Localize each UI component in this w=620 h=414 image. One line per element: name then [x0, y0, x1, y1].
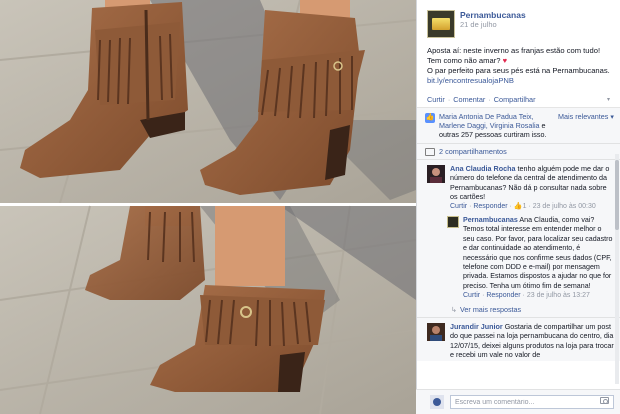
post-text-line: O par perfeito para seus pés está na Per…	[427, 66, 610, 75]
post-actions: Curtir · Comentar · Compartilhar ▾	[427, 95, 610, 104]
view-more-replies-link[interactable]: ↳ Ver mais respostas	[417, 303, 620, 318]
comment-timestamp[interactable]: 23 de julho às 00:30	[533, 203, 596, 210]
share-action[interactable]: Compartilhar	[494, 95, 536, 104]
reply-like-link[interactable]: Curtir	[463, 292, 480, 299]
like-action[interactable]: Curtir	[427, 95, 445, 104]
boots-photo-illustration	[0, 0, 416, 414]
avatar[interactable]	[447, 216, 459, 229]
camera-icon[interactable]	[600, 397, 609, 404]
comment-like-link[interactable]: Curtir	[450, 203, 467, 210]
chevron-down-icon[interactable]: ▾	[607, 96, 610, 103]
sort-comments-dropdown[interactable]: Mais relevantes ▾	[558, 112, 614, 139]
comments-scrollbar[interactable]	[615, 154, 619, 384]
shares-count[interactable]: 2 compartilhamentos	[439, 147, 507, 156]
likers-link[interactable]: Maria Antonia De Padua Teix, Marlene Dag…	[439, 112, 540, 130]
heart-icon: ♥	[502, 56, 508, 65]
reply-meta: Curtir · Responder · 23 de julho às 13:2…	[463, 292, 590, 300]
avatar[interactable]	[427, 165, 445, 183]
comment-item: Ana Claudia Rocha tenho alguém pode me d…	[417, 160, 620, 213]
reply-item: Pernambucanas Ana Claudia, como vai? Tem…	[417, 213, 620, 303]
scrollbar-thumb[interactable]	[615, 160, 619, 230]
commenter-name[interactable]: Ana Claudia Rocha	[450, 164, 516, 173]
reply-arrow-icon: ↳	[451, 304, 458, 314]
page-name-link[interactable]: Pernambucanas	[460, 10, 526, 20]
post-header: Pernambucanas 21 de julho	[417, 0, 620, 42]
comment-composer	[416, 389, 620, 414]
avatar	[430, 395, 444, 409]
post-text-line: Aposta aí: neste inverno as franjas estã…	[427, 46, 601, 55]
comment-reply-link[interactable]: Responder	[473, 203, 507, 210]
post-text-line: Tem como não amar?	[427, 56, 501, 65]
comment-action[interactable]: Comentar	[453, 95, 485, 104]
shares-summary[interactable]: 2 compartilhamentos	[417, 144, 620, 160]
reply-text: Ana Claudia, como vai? Temos total inter…	[463, 216, 613, 290]
feedback-section: 👍 Maria Antonia De Padua Teix, Marlene D…	[417, 107, 620, 362]
reply-timestamp[interactable]: 23 de julho às 13:27	[527, 292, 590, 299]
comment-like-icon: 👍	[513, 202, 523, 210]
like-icon: 👍	[425, 113, 435, 123]
comment-item: Jurandir Junior Gostaria de compartilhar…	[417, 318, 620, 362]
post-text: Aposta aí: neste inverno as franjas estã…	[417, 42, 620, 86]
share-icon	[425, 147, 435, 156]
post-link[interactable]: bit.ly/encontresualojaPNB	[427, 76, 610, 86]
page-avatar[interactable]	[427, 10, 455, 38]
avatar[interactable]	[427, 322, 445, 341]
likes-summary: 👍 Maria Antonia De Padua Teix, Marlene D…	[417, 108, 620, 144]
comment-meta: Curtir · Responder · 👍1 · 23 de julho às…	[450, 202, 596, 210]
post-side-panel: Pernambucanas 21 de julho Aposta aí: nes…	[416, 0, 620, 414]
post-timestamp[interactable]: 21 de julho	[460, 20, 526, 30]
reply-reply-link[interactable]: Responder	[486, 292, 520, 299]
replier-name[interactable]: Pernambucanas	[463, 216, 518, 224]
post-photo[interactable]	[0, 0, 416, 414]
comment-input[interactable]	[450, 395, 614, 409]
commenter-name[interactable]: Jurandir Junior	[450, 322, 503, 331]
comment-like-count[interactable]: 1	[523, 203, 527, 210]
